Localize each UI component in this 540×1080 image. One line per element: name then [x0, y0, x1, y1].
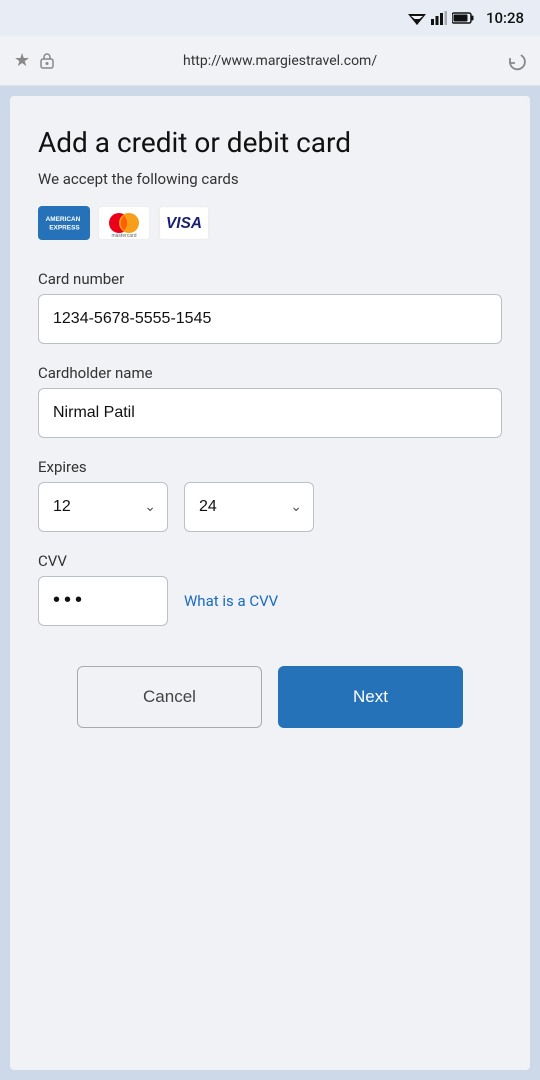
expires-row: 010203040506070809101112 ⌄ 2122232425262… — [38, 482, 502, 532]
month-wrapper: 010203040506070809101112 ⌄ — [38, 482, 168, 532]
status-icons — [408, 11, 474, 25]
cvv-group: CVV What is a CVV — [38, 552, 502, 626]
year-wrapper: 21222324252627282930 ⌄ — [184, 482, 314, 532]
browser-url[interactable]: http://www.margiestravel.com/ — [64, 53, 496, 69]
main-content: Add a credit or debit card We accept the… — [10, 96, 530, 1070]
svg-text:mastercard: mastercard — [111, 233, 136, 239]
lock-icon — [40, 52, 54, 69]
battery-icon — [452, 12, 474, 24]
svg-text:EXPRESS: EXPRESS — [49, 224, 80, 231]
expires-label: Expires — [38, 458, 502, 476]
amex-logo: AMERICAN EXPRESS — [38, 206, 90, 240]
cvv-input[interactable] — [38, 576, 168, 626]
signal-icon — [431, 11, 447, 25]
next-button[interactable]: Next — [278, 666, 463, 728]
svg-text:VISA: VISA — [166, 214, 202, 231]
cancel-button[interactable]: Cancel — [77, 666, 262, 728]
status-time: 10:28 — [486, 9, 524, 27]
wifi-icon — [408, 11, 426, 25]
svg-text:AMERICAN: AMERICAN — [46, 216, 81, 223]
subtitle: We accept the following cards — [38, 170, 502, 188]
cardholder-name-group: Cardholder name — [38, 364, 502, 438]
mastercard-logo: mastercard — [98, 206, 150, 240]
year-select[interactable]: 21222324252627282930 — [184, 482, 314, 532]
browser-bar: ★ http://www.margiestravel.com/ — [0, 36, 540, 86]
page-title: Add a credit or debit card — [38, 126, 502, 160]
cvv-row: What is a CVV — [38, 576, 502, 626]
cardholder-input[interactable] — [38, 388, 502, 438]
cardholder-label: Cardholder name — [38, 364, 502, 382]
card-number-input[interactable] — [38, 294, 502, 344]
cvv-label: CVV — [38, 552, 502, 570]
month-select[interactable]: 010203040506070809101112 — [38, 482, 168, 532]
what-is-cvv-link[interactable]: What is a CVV — [184, 592, 278, 610]
expires-group: Expires 010203040506070809101112 ⌄ 21222… — [38, 458, 502, 552]
reload-icon[interactable] — [506, 51, 526, 71]
status-bar: 10:28 — [0, 0, 540, 36]
card-number-label: Card number — [38, 270, 502, 288]
card-number-group: Card number — [38, 270, 502, 344]
visa-logo: VISA — [158, 206, 210, 240]
button-row: Cancel Next — [38, 666, 502, 728]
card-logos: AMERICAN EXPRESS mastercard VISA — [38, 206, 502, 240]
bookmark-icon[interactable]: ★ — [14, 50, 30, 71]
